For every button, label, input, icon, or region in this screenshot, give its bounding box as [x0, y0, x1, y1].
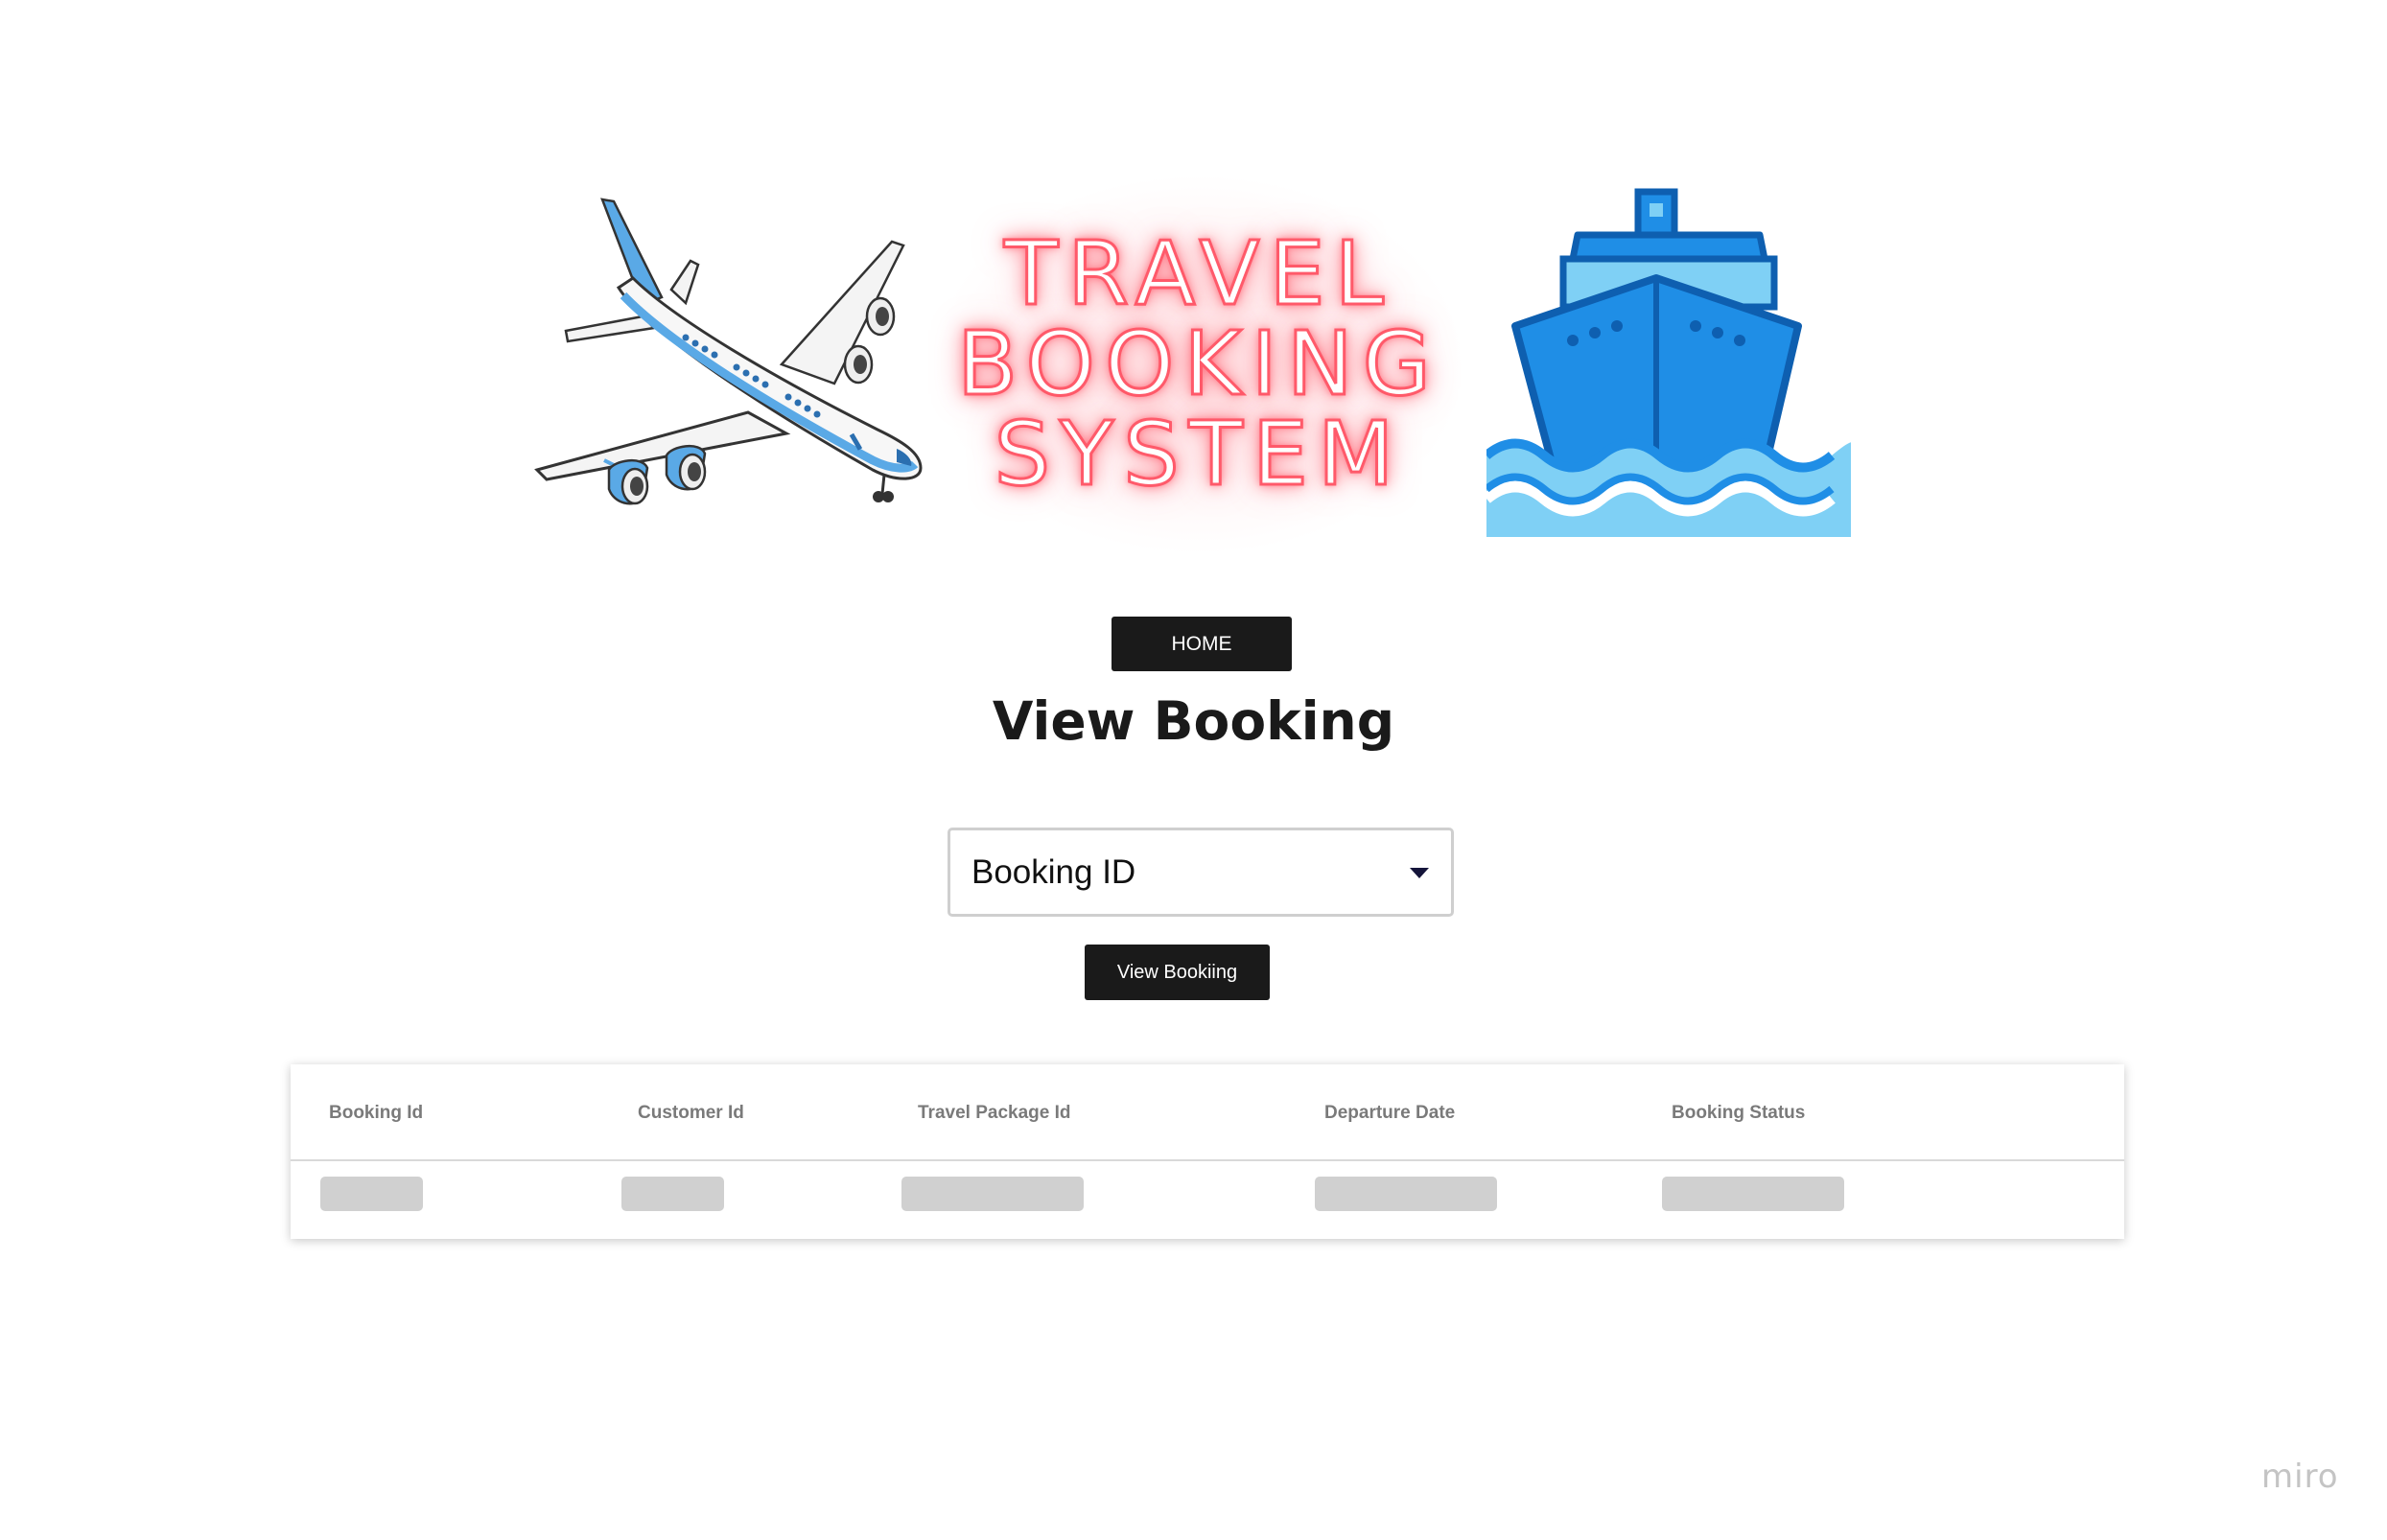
logo-line-booking: BOOKING [956, 313, 1440, 415]
column-header-travel-package-id[interactable]: Travel Package Id [918, 1103, 1071, 1124]
skeleton-cell-customer-id [621, 1177, 724, 1211]
home-button[interactable]: HOME [1112, 617, 1292, 671]
column-header-booking-id[interactable]: Booking Id [329, 1103, 423, 1124]
skeleton-cell-travel-package-id [901, 1177, 1084, 1211]
header-banner: TRAVEL BOOKING SYSTEM [518, 173, 1880, 556]
logo-line-system: SYSTEM [993, 403, 1404, 505]
page-title: View Booking [992, 690, 1395, 752]
booking-id-select[interactable]: Booking ID [948, 828, 1454, 917]
skeleton-cell-booking-id [320, 1177, 423, 1211]
ship-icon [1486, 188, 1851, 537]
neon-logo-title: TRAVEL BOOKING SYSTEM [930, 173, 1467, 556]
bookings-table: Booking Id Customer Id Travel Package Id… [291, 1064, 2124, 1239]
logo-line-travel: TRAVEL [1003, 222, 1393, 325]
skeleton-cell-departure-date [1315, 1177, 1497, 1211]
airplane-icon [534, 198, 923, 505]
column-header-customer-id[interactable]: Customer Id [638, 1103, 744, 1124]
column-header-booking-status[interactable]: Booking Status [1672, 1103, 1805, 1124]
table-header: Booking Id Customer Id Travel Package Id… [291, 1064, 2124, 1161]
column-header-departure-date[interactable]: Departure Date [1324, 1103, 1455, 1124]
view-booking-button[interactable]: View Bookiing [1085, 945, 1270, 1000]
skeleton-cell-booking-status [1662, 1177, 1844, 1211]
caret-down-icon [1410, 867, 1429, 878]
miro-watermark: miro [2261, 1458, 2339, 1496]
booking-id-select-value: Booking ID [971, 852, 1136, 891]
